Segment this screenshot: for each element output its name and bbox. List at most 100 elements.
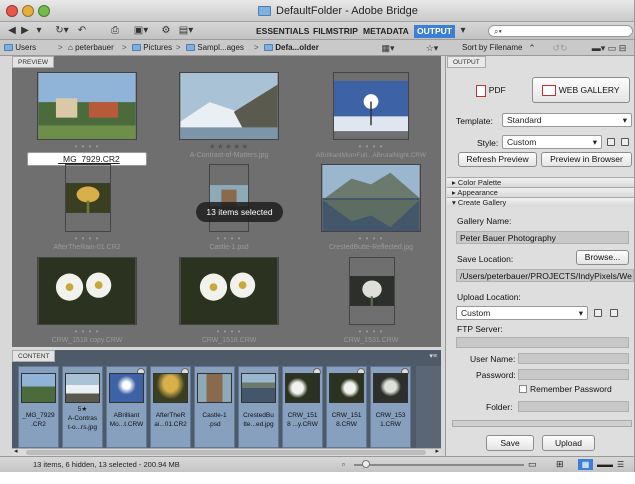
forward-icon[interactable]: ▶ (19, 24, 31, 38)
minimize-window-icon[interactable] (22, 5, 34, 17)
web-gallery-button[interactable]: WEB GALLERY (532, 77, 630, 103)
thumb-cell[interactable]: ★★★★★ A-Contrast-of-Matters.jpg (169, 72, 289, 167)
crumb-pictures[interactable]: Pictures (132, 40, 172, 56)
crumb-samples[interactable]: Sampl...ages (186, 40, 244, 56)
scroll-left-icon[interactable]: ◂ (14, 447, 18, 455)
zoom-out-icon[interactable]: ▫ (342, 457, 345, 472)
get-photos-icon[interactable]: ⎙ (108, 24, 122, 38)
tab-content[interactable]: CONTENT (12, 350, 56, 362)
chevron-down-icon: ▾ (622, 115, 627, 125)
refine-icon[interactable]: ▣▾ (132, 24, 150, 38)
workspace-menu-icon[interactable]: ▾ (458, 24, 468, 38)
delete-style-icon[interactable] (621, 138, 629, 146)
user-name-field[interactable] (518, 353, 629, 364)
content-item[interactable]: CRW_151 8.CRW (326, 366, 367, 448)
view-details-icon[interactable]: ▬▬ (597, 457, 613, 472)
folder-field[interactable] (518, 401, 629, 412)
password-field[interactable] (518, 369, 629, 380)
workspace-output[interactable]: OUTPUT (414, 25, 455, 38)
delete-upload-preset-icon[interactable] (610, 309, 618, 317)
slider-knob[interactable] (362, 460, 370, 468)
remember-password-checkbox[interactable] (519, 385, 527, 393)
zoom-in-icon[interactable]: ▭ (528, 457, 537, 472)
save-style-icon[interactable] (607, 138, 615, 146)
crumb-peterbauer[interactable]: ⌂ peterbauer (68, 40, 114, 56)
content-scrollbar[interactable]: ◂ ▸ (12, 448, 441, 456)
rotate-icons[interactable]: ↺↻ (548, 41, 572, 55)
template-select[interactable]: Standard ▾ (502, 113, 632, 127)
output-panel-scrollbar[interactable] (452, 420, 632, 427)
folder-icon (186, 44, 195, 52)
zoom-window-icon[interactable] (38, 5, 50, 17)
thumb-filename: CrestedButte-Reflected.jpg (328, 244, 414, 251)
panel-menu-icon[interactable]: ▾≡ (429, 352, 437, 360)
section-appearance[interactable]: ▸ Appearance (447, 187, 634, 197)
web-gallery-label: WEB GALLERY (558, 85, 620, 95)
workspace-filmstrip[interactable]: FILMSTRIP (313, 25, 358, 38)
view-options-icon[interactable]: ▦▾ (375, 41, 401, 55)
save-button[interactable]: Save (486, 435, 534, 451)
return-to-photoshop-icon[interactable]: ↶ (76, 24, 88, 38)
thumb-cell[interactable]: • • • • AfterTheRain-01.CR2 (27, 164, 147, 259)
thumb-cell[interactable]: • • • • ABrilliantMornFull...ABrutalNigh… (311, 72, 431, 167)
preview-in-browser-button[interactable]: Preview in Browser (541, 152, 632, 167)
scroll-right-icon[interactable]: ▸ (435, 447, 439, 455)
recent-dropdown-icon[interactable]: ▾ (34, 24, 44, 38)
style-select[interactable]: Custom ▾ (502, 135, 602, 149)
view-thumbnails-icon[interactable]: ▦ (578, 459, 593, 470)
style-label: Style: (477, 138, 499, 148)
upload-button[interactable]: Upload (542, 435, 595, 451)
browse-button[interactable]: Browse... (576, 250, 629, 265)
thumb-cell[interactable]: • • • • _MG_7929.CR2 (27, 72, 147, 167)
user-name-label: User Name: (470, 354, 516, 364)
folder-actions-icons[interactable]: ▬▾ ▭ ⊟ (585, 41, 633, 55)
content-item[interactable]: _MG_7929 .CR2 (18, 366, 59, 448)
content-item-label: AfterTheR ai...01.CR2 (154, 412, 187, 428)
back-icon[interactable]: ◀ (6, 24, 18, 38)
thumbnail-size-slider[interactable] (354, 464, 524, 466)
content-item[interactable]: CRW_153 1.CRW (370, 366, 411, 448)
scroll-thumb[interactable] (26, 450, 426, 455)
workspace-essentials[interactable]: ESSENTIALS (256, 25, 309, 38)
save-upload-preset-icon[interactable] (594, 309, 602, 317)
content-thumb (65, 373, 100, 403)
upload-location-value: Custom (461, 308, 491, 318)
workspace-metadata[interactable]: METADATA (363, 25, 409, 38)
content-item[interactable]: CrestedBu tte...ed.jpg (238, 366, 279, 448)
upload-location-label: Upload Location: (457, 292, 521, 302)
content-thumb (153, 373, 188, 403)
content-item[interactable]: AfterTheR ai...01.CR2 (150, 366, 191, 448)
upload-location-select[interactable]: Custom ▾ (456, 306, 588, 320)
crumb-defaultfolder[interactable]: Defa...older (264, 40, 319, 56)
folder-icon (4, 44, 13, 52)
gallery-name-field[interactable]: Peter Bauer Photography (456, 231, 629, 244)
favorite-star-icon[interactable]: ☆▾ (422, 41, 442, 55)
thumb-cell[interactable]: • • • • CRW_1518 copy.CRW (27, 257, 147, 352)
content-item[interactable]: CRW_151 8 ...y.CRW (282, 366, 323, 448)
section-color-palette[interactable]: ▸ Color Palette (447, 177, 634, 187)
content-item[interactable]: ABrilliant Mo...t.CRW (106, 366, 147, 448)
open-in-camera-raw-icon[interactable]: ⚙ (160, 24, 172, 38)
tab-preview[interactable]: PREVIEW (12, 56, 54, 68)
sort-menu[interactable]: Sort by Filename (462, 40, 522, 56)
section-create-gallery[interactable]: ▾ Create Gallery (447, 197, 634, 207)
view-list-icon[interactable]: ☰ (617, 457, 624, 472)
reveal-recent-icon[interactable]: ↻▾ (53, 24, 71, 38)
thumb-cell[interactable]: • • • • CRW_1518.CRW (169, 257, 289, 352)
content-item[interactable]: Castle-1 .psd (194, 366, 235, 448)
refresh-preview-button[interactable]: Refresh Preview (458, 152, 537, 167)
output-icon[interactable]: ▤▾ (176, 24, 196, 38)
search-input[interactable]: ⌕▾ (488, 25, 633, 37)
content-item[interactable]: 5★ A-Contras t-o...rs.jpg (62, 366, 103, 448)
thumb-cell[interactable]: • • • • CRW_1531.CRW (311, 257, 431, 352)
thumb-cell[interactable]: • • • • CrestedButte-Reflected.jpg (311, 164, 431, 259)
grid-lock-icon[interactable]: ⊞ (556, 457, 564, 472)
tab-output[interactable]: OUTPUT (447, 56, 486, 68)
ftp-server-field[interactable] (456, 337, 629, 348)
sort-ascending-icon[interactable]: ⌃ (527, 41, 537, 55)
save-location-field[interactable]: /Users/peterbauer/PROJECTS/IndyPixels/We (456, 269, 634, 282)
close-window-icon[interactable] (6, 5, 18, 17)
folder-icon (258, 6, 271, 16)
crumb-users[interactable]: Users (4, 40, 36, 56)
pdf-button[interactable]: PDF (471, 78, 511, 102)
